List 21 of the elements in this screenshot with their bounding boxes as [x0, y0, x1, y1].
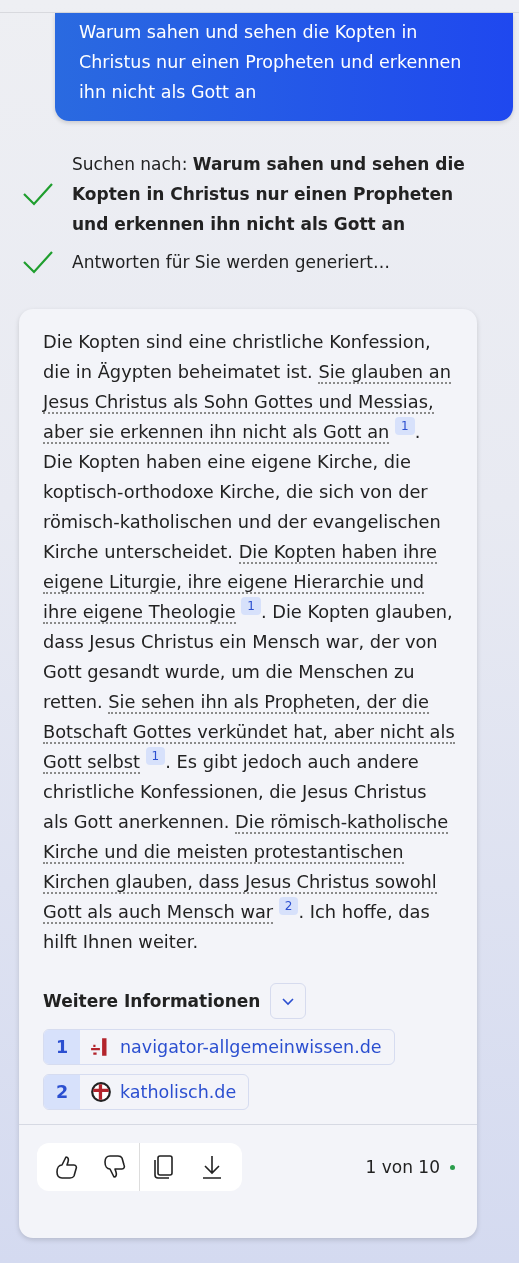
- citation-link[interactable]: 2: [278, 897, 299, 915]
- check-icon: [22, 250, 54, 274]
- check-icon: [22, 182, 54, 206]
- citation-link[interactable]: 1: [241, 597, 261, 615]
- citation-link[interactable]: 1: [395, 417, 415, 435]
- user-message: Warum sahen und sehen die Kopten in Christus nur einen Propheten und erkennen ihn nicht als Gott an: [55, 13, 513, 121]
- copy-icon: [153, 1154, 175, 1180]
- status-dot-icon: [450, 1164, 455, 1170]
- answer-text: Die Kopten sind eine christliche Konfession, die in Ägypten beheimatet ist. Sie glauben an Jesus Christus als Sohn Gottes und Messias, aber sie erkennen ihn nicht als Gott an $^{1}$ . Die Kopten haben eine eigene Kirche, die koptisch-orthodoxe Kirche, die sich von der römisch-katholischen und der evangelischen Kirche unterscheidet. Die Kopten haben ihre eigene Liturgie, ihre eigene Hierarchie und ihre eigene Theologie $^{1}$ . Die Kopten glauben, dass Jesus Christus ein Mensch war, der von Gott gesandt wurde, um die Menschen zu retten. Sie sehen ihn als Propheten, der die Botschaft Gottes verkündet hat, aber nicht als Gott selbst $^{1}$ . Es gibt jedoch auch andere christliche Konfessionen, die Jesus Christus als Gott anerkennen. Die römisch-katholische Kirche und die meisten protestantischen Kirchen glauben, dass Jesus Christus sowohl Gott als auch Mensch war $^{2}$ . Ich hoffe, das hilft Ihnen weiter.: [41, 330, 456, 954]
- source-link[interactable]: 2 katholisch.de: [43, 1074, 250, 1110]
- download-icon: [201, 1154, 223, 1180]
- source-link[interactable]: 1 navigator-allgemeinwissen.de: [43, 1029, 395, 1065]
- status-text: Antworten für Sie werden generiert…: [72, 251, 390, 274]
- response-counter: 1 von 10: [365, 1157, 440, 1177]
- section-heading: Weitere Informationen: [43, 991, 261, 1011]
- status-text: Suchen nach: Warum sahen und sehen die Kopten in Christus nur einen Propheten und erkennen ihn nicht als Gott an: [72, 153, 466, 236]
- favicon-icon: [90, 1081, 112, 1103]
- thumbs-up-icon: [55, 1154, 79, 1180]
- chevron-icon: [281, 996, 296, 1006]
- citation-link[interactable]: 1: [145, 747, 166, 765]
- thumbs-down-icon: [103, 1154, 127, 1180]
